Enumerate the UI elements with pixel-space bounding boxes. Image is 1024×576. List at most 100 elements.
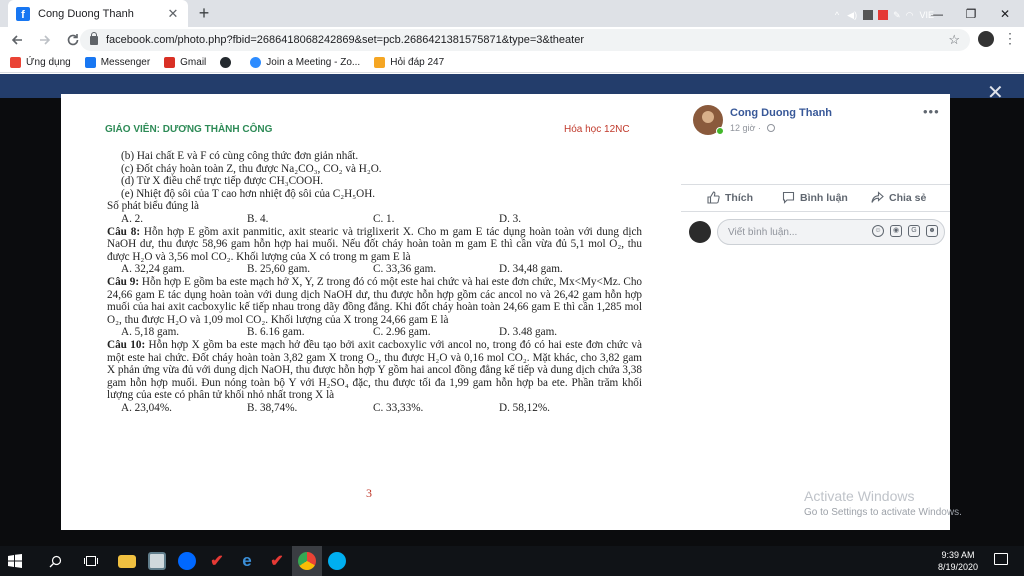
github-icon xyxy=(220,57,232,68)
bookmark-item[interactable]: Join a Meeting - Zo... xyxy=(250,57,360,68)
arrow-left-icon xyxy=(11,35,22,45)
option-d: D. 58,12%. xyxy=(499,401,550,414)
option-a: A. 32,24 gam. xyxy=(121,263,185,276)
author-name[interactable]: Cong Duong Thanh xyxy=(730,107,832,119)
statement-b: (b) Hai chất E và F có cùng công thức đơ… xyxy=(121,150,359,162)
clock-date: 8/19/2020 xyxy=(937,562,979,572)
edge-icon: e xyxy=(242,551,252,570)
windows-taskbar: ✔ e ✔ xyxy=(0,546,1024,576)
system-tray: ^ ◀) ✎ ◠ VIE xyxy=(835,0,994,30)
bookmarks-bar: Ứng dụng Messenger Gmail Join a Meeting - Z… xyxy=(0,53,1024,73)
activate-windows-title: Activate Windows xyxy=(804,488,915,504)
public-globe-icon xyxy=(767,124,776,132)
taskbar-skype[interactable] xyxy=(322,546,352,576)
close-viewer-icon[interactable]: ✕ xyxy=(987,83,1004,103)
share-button[interactable]: Chia sẻ xyxy=(871,191,926,204)
like-button[interactable]: Thích xyxy=(707,191,753,204)
divider xyxy=(681,211,950,212)
task-view-icon xyxy=(84,556,98,566)
option-b: B. 6.16 gam. xyxy=(247,326,305,339)
system-clock[interactable]: 9:39 AM 8/19/2020 xyxy=(928,549,988,573)
post-side-panel: Cong Duong Thanh 12 giờ · ••• Thích Bình… xyxy=(681,94,950,530)
taskbar-edge[interactable]: e xyxy=(232,546,262,576)
windows-logo-icon xyxy=(8,554,22,568)
online-status-dot xyxy=(716,127,724,135)
forward-button[interactable] xyxy=(34,29,56,51)
q9-text: Hỗn hợp E gồm ba este mạch hở X, Y, Z tr… xyxy=(107,275,643,326)
task-view-button[interactable] xyxy=(76,546,106,576)
taskbar-vieon-2[interactable]: ✔ xyxy=(262,546,292,576)
profile-avatar[interactable] xyxy=(978,31,994,47)
bookmark-star-icon[interactable]: ☆ xyxy=(948,32,960,48)
teacher-header: GIÁO VIÊN: DƯƠNG THÀNH CÔNG xyxy=(105,124,273,135)
option-c: C. 33,36 gam. xyxy=(373,263,437,276)
activate-windows-subtitle: Go to Settings to activate Windows. xyxy=(804,507,962,518)
browser-menu-icon[interactable]: ⋮ xyxy=(1003,31,1017,45)
comment-input[interactable]: Viết bình luận... ☺ ◉ G ☻ xyxy=(717,219,945,245)
option-a: A. 23,04%. xyxy=(121,401,172,414)
volume-icon[interactable]: ◀) xyxy=(847,10,857,21)
option-c: C. 1. xyxy=(373,212,395,225)
share-label: Chia sẻ xyxy=(889,191,927,204)
bookmark-label: Gmail xyxy=(180,57,207,68)
chevron-up-icon[interactable]: ^ xyxy=(835,10,839,20)
question-9: Câu 9: Hỗn hợp E gồm ba este mạch hở X, … xyxy=(107,276,642,326)
address-bar[interactable]: facebook.com/photo.php?fbid=268641806824… xyxy=(80,29,970,51)
browser-tab[interactable]: f Cong Duong Thanh ✕ xyxy=(8,0,188,27)
more-options-icon[interactable]: ••• xyxy=(923,104,940,119)
option-b: B. 4. xyxy=(247,212,269,225)
post-time-text: 12 giờ xyxy=(730,123,756,133)
photos-icon xyxy=(148,552,166,570)
arrow-right-icon xyxy=(40,35,51,45)
photo[interactable]: GIÁO VIÊN: DƯƠNG THÀNH CÔNG Hóa học 12NC… xyxy=(61,94,681,530)
zoom-icon xyxy=(250,57,262,68)
emoji-icon[interactable]: ☺ xyxy=(872,225,884,237)
taskbar-chrome[interactable] xyxy=(292,546,322,576)
facebook-icon: f xyxy=(16,6,30,21)
lock-icon xyxy=(90,31,98,45)
q9-options: A. 5,18 gam. B. 6.16 gam. C. 2.96 gam. D… xyxy=(107,326,642,339)
start-button[interactable] xyxy=(0,546,30,576)
camera-icon[interactable]: ◉ xyxy=(890,225,902,237)
bookmark-item[interactable]: Hỏi đáp 247 xyxy=(374,57,444,68)
viewer-avatar xyxy=(689,221,711,243)
wifi-icon[interactable]: ◠ xyxy=(906,10,914,21)
gif-icon[interactable]: G xyxy=(908,225,920,237)
option-c: C. 33,33%. xyxy=(373,401,424,414)
comment-button[interactable]: Bình luận xyxy=(782,191,848,204)
gmail-icon xyxy=(164,57,176,68)
taskbar-photos[interactable] xyxy=(142,546,172,576)
taskbar-file-explorer[interactable] xyxy=(112,546,142,576)
notification-icon[interactable] xyxy=(994,553,1008,565)
q8-text: Hỗn hợp E gồm axit panmitic, axit steari… xyxy=(107,225,643,263)
apps-grid-icon xyxy=(10,57,21,68)
new-tab-button[interactable]: + xyxy=(194,3,214,24)
pen-icon[interactable]: ✎ xyxy=(893,10,901,21)
bookmark-label: Ứng dụng xyxy=(26,57,71,68)
q8-label: Câu 8: xyxy=(107,225,141,238)
chrome-icon xyxy=(298,552,316,570)
bookmark-item[interactable]: Ứng dụng xyxy=(10,57,71,68)
question-8: Câu 8: Hỗn hợp E gồm axit panmitic, axit… xyxy=(107,226,642,264)
option-b: B. 25,60 gam. xyxy=(247,263,311,276)
back-button[interactable] xyxy=(6,29,28,51)
taskbar-vieon[interactable]: ✔ xyxy=(202,546,232,576)
question-prompt: Số phát biểu đúng là xyxy=(107,200,199,213)
tray-v-icon[interactable] xyxy=(878,10,889,20)
comment-tools: ☺ ◉ G ☻ xyxy=(866,225,938,237)
tray-app-icon[interactable] xyxy=(863,10,874,20)
sticker-icon[interactable]: ☻ xyxy=(926,225,938,237)
bookmark-item[interactable]: Gmail xyxy=(164,57,206,68)
search-button[interactable] xyxy=(40,546,70,576)
bookmark-item[interactable] xyxy=(220,57,236,68)
question-text: (b) Hai chất E và F có cùng công thức đơ… xyxy=(107,150,642,414)
bookmark-item[interactable]: Messenger xyxy=(84,57,150,68)
language-indicator[interactable]: VIE xyxy=(919,10,934,20)
search-icon xyxy=(49,555,61,567)
facebook-icon xyxy=(84,57,96,68)
post-time[interactable]: 12 giờ · xyxy=(730,123,776,133)
close-tab-icon[interactable]: ✕ xyxy=(166,6,180,22)
comment-icon xyxy=(782,191,795,204)
taskbar-zalo[interactable] xyxy=(172,546,202,576)
v-app-icon: ✔ xyxy=(210,553,224,570)
